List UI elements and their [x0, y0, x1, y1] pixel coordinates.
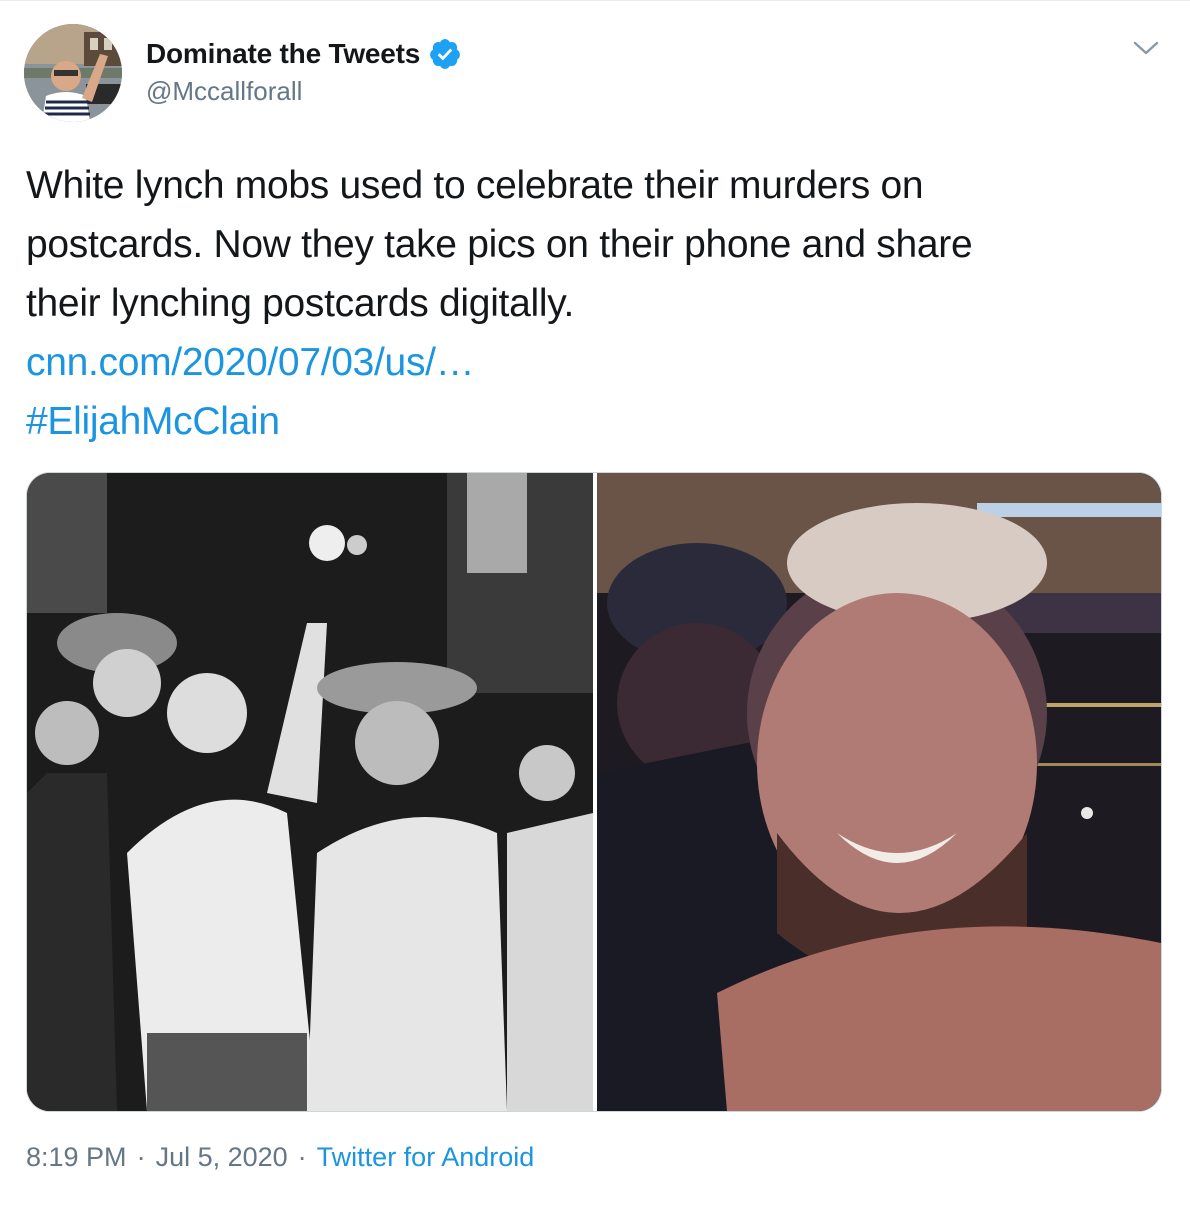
- tweet-date[interactable]: Jul 5, 2020: [156, 1142, 288, 1172]
- meta-separator: ·: [136, 1142, 146, 1172]
- media-grid[interactable]: [26, 472, 1162, 1112]
- tweet-text-line: postcards. Now they take pics on their p…: [26, 223, 973, 266]
- display-name-row[interactable]: Dominate the Tweets: [146, 34, 462, 74]
- tweet-link[interactable]: cnn.com/2020/07/03/us/…: [26, 333, 1166, 392]
- tweet-text-line: their lynching postcards digitally.: [26, 282, 575, 325]
- top-divider: [0, 0, 1190, 1]
- media-photo-left[interactable]: [27, 473, 593, 1111]
- tweet-time[interactable]: 8:19 PM: [26, 1142, 127, 1172]
- tweet-text: White lynch mobs used to celebrate their…: [26, 156, 1166, 451]
- tweet-meta: 8:19 PM · Jul 5, 2020 · Twitter for Android: [26, 1142, 534, 1173]
- media-photo-right[interactable]: [597, 473, 1161, 1111]
- display-name[interactable]: Dominate the Tweets: [146, 38, 420, 70]
- meta-separator: ·: [297, 1142, 307, 1172]
- avatar[interactable]: [24, 24, 122, 122]
- chevron-down-icon[interactable]: [1132, 36, 1160, 60]
- tweet-source-link[interactable]: Twitter for Android: [317, 1142, 535, 1172]
- hashtag-link[interactable]: #ElijahMcClain: [26, 392, 1166, 451]
- tweet-text-line: White lynch mobs used to celebrate their…: [26, 164, 924, 207]
- user-handle[interactable]: @Mccallforall: [146, 76, 302, 107]
- verified-badge-icon: [430, 39, 461, 69]
